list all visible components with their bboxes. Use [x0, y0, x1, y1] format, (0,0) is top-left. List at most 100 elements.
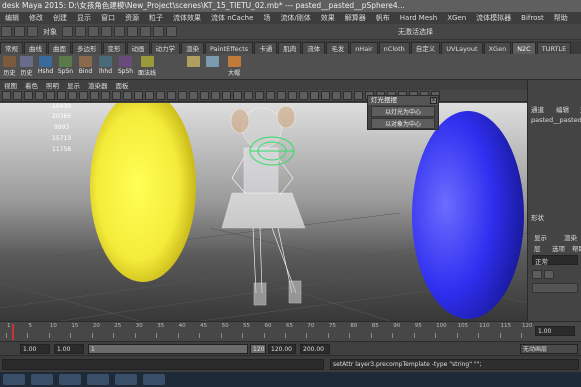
select-hierarchy-icon[interactable]	[62, 26, 73, 37]
shelf-button-history[interactable]: 历史	[1, 56, 18, 78]
shelf-tab[interactable]: nCloth	[378, 42, 410, 54]
shelf-tab[interactable]: 肌肉	[278, 42, 302, 54]
viewport-tool-icon[interactable]	[145, 91, 154, 100]
shelf-tab[interactable]: 曲线	[24, 42, 47, 54]
center-on-light-button[interactable]: 以灯光为中心	[371, 106, 435, 117]
menu-item[interactable]: 修改	[24, 13, 48, 23]
shelf-button-spsn[interactable]: SpSn	[56, 56, 75, 78]
shelf-tab[interactable]: 多边形	[72, 42, 102, 54]
3d-viewport[interactable]	[0, 103, 527, 321]
shelf-tab[interactable]: 曲面	[48, 42, 71, 54]
viewport-tool-icon[interactable]	[112, 91, 121, 100]
viewport-tool-icon[interactable]	[310, 91, 319, 100]
shelf-tab[interactable]: TURTLE	[536, 42, 572, 54]
channel-menu-edit[interactable]: 编辑	[556, 104, 569, 114]
file-new-icon[interactable]	[1, 26, 12, 37]
shelf-tab[interactable]: 变形	[102, 42, 126, 54]
viewport-menu-item[interactable]: 照明	[42, 80, 63, 90]
viewport-tool-icon[interactable]	[178, 91, 187, 100]
shelf-tab[interactable]: PaintEffects	[205, 42, 254, 54]
viewport-tool-icon[interactable]	[332, 91, 341, 100]
viewport-tool-icon[interactable]	[35, 91, 44, 100]
viewport-menu-item[interactable]: 面板	[112, 80, 133, 90]
viewport-tool-icon[interactable]	[299, 91, 308, 100]
menu-item[interactable]: 显示	[72, 13, 96, 23]
menu-item[interactable]: 流体 nCache	[206, 13, 258, 23]
shelf-button-spsh[interactable]: SpSh	[116, 56, 135, 78]
viewport-tool-icon[interactable]	[211, 91, 220, 100]
shelf-tab-active[interactable]: N2C	[512, 42, 536, 54]
viewport-tool-icon[interactable]	[68, 91, 77, 100]
taskbar-app-icon[interactable]	[115, 374, 137, 385]
shelf-button-face-normal[interactable]: 面法线	[136, 56, 158, 78]
layer-menu-item[interactable]: 选项	[552, 243, 565, 253]
menu-item[interactable]: 场	[258, 13, 275, 23]
shelf-button-bind[interactable]: Bind	[76, 56, 95, 78]
shelf-button-hshd[interactable]: Hshd	[36, 56, 55, 78]
menu-item[interactable]: XGen	[442, 14, 471, 22]
viewport-tool-icon[interactable]	[123, 91, 132, 100]
shelf-tab[interactable]: 自定义	[410, 42, 441, 54]
layer-tab-display[interactable]: 显示	[534, 232, 547, 242]
render-settings-icon[interactable]	[166, 26, 177, 37]
menu-item[interactable]: 帆布	[371, 13, 395, 23]
menu-item[interactable]: 解算器	[340, 13, 371, 23]
menu-item[interactable]: 创建	[48, 13, 72, 23]
range-start-field[interactable]: 1.00	[54, 344, 84, 354]
shelf-button-lhhd[interactable]: lhhd	[96, 56, 115, 78]
taskbar-app-icon[interactable]	[31, 374, 53, 385]
shelf-tab[interactable]: XGen	[483, 42, 512, 54]
viewport-tool-icon[interactable]	[233, 91, 242, 100]
menu-item[interactable]: 流体/刚体	[275, 13, 315, 23]
ipr-render-icon[interactable]	[153, 26, 164, 37]
layer-create-icon[interactable]	[532, 270, 542, 279]
snap-grid-icon[interactable]	[101, 26, 112, 37]
file-save-icon[interactable]	[27, 26, 38, 37]
menu-item[interactable]: Bifrost	[516, 14, 549, 22]
menu-item[interactable]: 流体模拟器	[471, 13, 516, 23]
viewport-tool-icon[interactable]	[189, 91, 198, 100]
current-time-marker[interactable]	[12, 324, 14, 340]
layer-menu-item[interactable]: 层	[534, 243, 541, 253]
shelf-tab[interactable]: nHair	[350, 42, 378, 54]
file-open-icon[interactable]	[14, 26, 25, 37]
viewport-tool-icon[interactable]	[255, 91, 264, 100]
time-slider[interactable]: 1.00 1 5 10 15 20 25 30 35 40 45 50 55 60 65 70 75 80 85 9…	[0, 321, 581, 341]
layer-row[interactable]	[532, 283, 578, 293]
menu-item[interactable]: 流体效果	[168, 13, 206, 23]
viewport-menu-item[interactable]: 显示	[63, 80, 84, 90]
shelf-tab[interactable]: 卡通	[254, 42, 278, 54]
shelf-button-history-2[interactable]: 历史	[18, 56, 35, 78]
viewport-tool-icon[interactable]	[343, 91, 352, 100]
viewport-tool-icon[interactable]	[24, 91, 33, 100]
viewport-tool-icon[interactable]	[57, 91, 66, 100]
anim-layer-dropdown[interactable]: 无动画层	[520, 344, 578, 354]
shelf-tab[interactable]: 动力学	[150, 42, 180, 54]
viewport-menu-item[interactable]: 着色	[21, 80, 42, 90]
snap-curve-icon[interactable]	[114, 26, 125, 37]
range-bar[interactable]: 1	[88, 344, 248, 354]
shelf-button-tool-a[interactable]	[185, 56, 202, 78]
viewport-tool-icon[interactable]	[134, 91, 143, 100]
selection-mode-label[interactable]: 对象	[43, 27, 57, 37]
viewport-tool-icon[interactable]	[13, 91, 22, 100]
shelf-button-hat[interactable]: 大帽	[224, 56, 244, 78]
shelf-tab[interactable]: 常规	[0, 42, 23, 54]
viewport-tool-icon[interactable]	[354, 91, 363, 100]
channel-menu-channels[interactable]: 通道	[531, 104, 544, 114]
center-on-object-button[interactable]: 以对象为中心	[371, 118, 435, 129]
viewport-tool-icon[interactable]	[277, 91, 286, 100]
viewport-tool-icon[interactable]	[156, 91, 165, 100]
viewport-tool-icon[interactable]	[101, 91, 110, 100]
menu-item[interactable]: 资源	[120, 13, 144, 23]
menu-item[interactable]: 效果	[316, 13, 340, 23]
popup-title-bar[interactable]: 灯光摆摆 x	[368, 96, 438, 105]
select-component-icon[interactable]	[88, 26, 99, 37]
viewport-tool-icon[interactable]	[266, 91, 275, 100]
shelf-tab[interactable]: 动画	[126, 42, 150, 54]
mel-input-field[interactable]	[2, 359, 324, 370]
viewport-menu-item[interactable]: 渲染器	[84, 80, 112, 90]
layer-create-selected-icon[interactable]	[544, 270, 554, 279]
viewport-tool-icon[interactable]	[46, 91, 55, 100]
shelf-button-tool-b[interactable]	[204, 56, 221, 78]
